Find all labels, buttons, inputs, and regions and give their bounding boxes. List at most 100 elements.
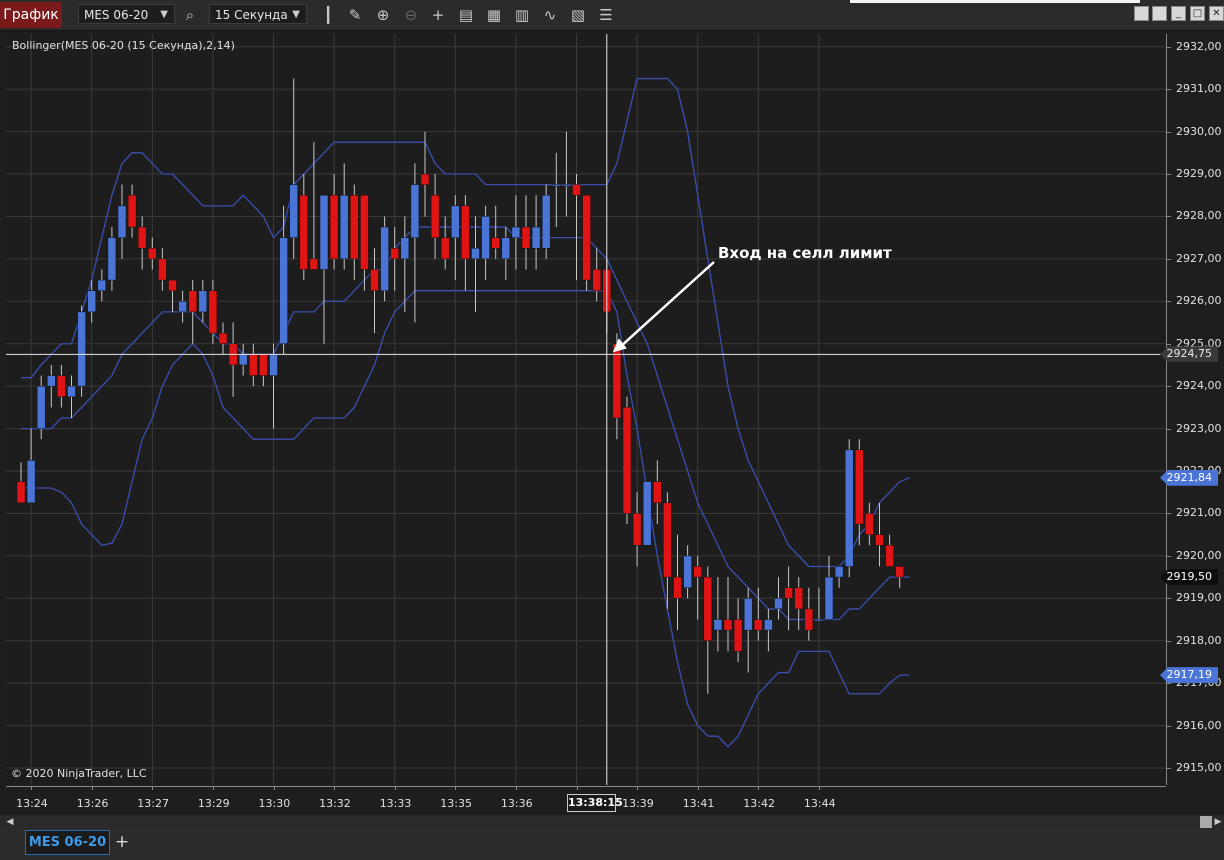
price-tick-mark bbox=[1166, 725, 1171, 727]
candle-body bbox=[249, 354, 258, 376]
candle-body bbox=[329, 194, 339, 260]
price-tick-label: 2929,00 bbox=[1176, 167, 1222, 181]
add-tab-button[interactable]: + bbox=[112, 831, 132, 853]
price-tick-mark bbox=[1166, 640, 1171, 642]
candle-body bbox=[339, 194, 349, 260]
time-tick-label: 13:33 bbox=[379, 797, 412, 810]
candle-body bbox=[794, 587, 803, 610]
candle-body bbox=[16, 481, 26, 504]
price-tick-label: 2924,00 bbox=[1176, 379, 1222, 393]
price-badge: 2919,50 bbox=[1160, 569, 1218, 586]
candle-body bbox=[804, 608, 814, 631]
candle-body bbox=[319, 194, 329, 270]
price-tick-mark bbox=[1166, 555, 1171, 557]
candle-body bbox=[824, 576, 834, 620]
candle-body bbox=[531, 226, 541, 249]
candle-body bbox=[430, 194, 440, 238]
price-badge: 2921,84 bbox=[1160, 469, 1218, 486]
candle-body bbox=[26, 460, 36, 504]
candle-body bbox=[814, 619, 824, 622]
time-tick-mark bbox=[758, 786, 760, 790]
candle-body bbox=[673, 576, 682, 599]
scroll-left-icon[interactable]: ◀ bbox=[4, 815, 16, 829]
candle-body bbox=[703, 576, 713, 641]
price-tick-mark bbox=[1166, 258, 1171, 260]
time-tick-label: 13:27 bbox=[137, 797, 169, 810]
price-tick-mark bbox=[1166, 428, 1171, 430]
candle-body bbox=[107, 237, 117, 281]
candle-body bbox=[895, 566, 904, 578]
candle-body bbox=[47, 375, 56, 387]
price-tick-mark bbox=[1166, 513, 1171, 515]
price-tick-label: 2918,00 bbox=[1176, 633, 1222, 647]
candle-body bbox=[885, 545, 894, 567]
candle-body bbox=[67, 385, 76, 398]
time-tick-label: 13:35 bbox=[440, 797, 472, 810]
time-tick-label: 13:26 bbox=[76, 797, 109, 810]
candle-body bbox=[259, 354, 268, 376]
candle-body bbox=[723, 619, 733, 631]
horizontal-scrollbar[interactable] bbox=[0, 815, 1224, 829]
candle-body bbox=[218, 332, 228, 344]
time-tick-mark bbox=[152, 786, 154, 790]
price-tick-mark bbox=[1166, 89, 1171, 91]
candle-body bbox=[592, 269, 601, 291]
price-tick-label: 2928,00 bbox=[1176, 209, 1222, 223]
price-tick-mark bbox=[1166, 386, 1171, 388]
time-tick-mark bbox=[394, 786, 396, 790]
tab-mes-06-20[interactable]: MES 06-20 bbox=[25, 830, 110, 855]
candle-body bbox=[834, 566, 844, 578]
candle-body bbox=[410, 184, 420, 238]
price-tick-mark bbox=[1166, 301, 1171, 303]
time-tick-mark bbox=[334, 786, 336, 790]
bollinger-upper-band bbox=[21, 77, 911, 568]
tab-bar bbox=[0, 829, 1224, 860]
candle-body bbox=[653, 481, 662, 504]
price-tick-mark bbox=[1166, 216, 1171, 218]
price-tick-label: 2932,00 bbox=[1176, 39, 1222, 53]
price-tick-mark bbox=[1166, 46, 1171, 48]
candle-body bbox=[57, 375, 66, 398]
price-tick-mark bbox=[1166, 174, 1171, 176]
time-tick-mark bbox=[273, 786, 275, 790]
candle-body bbox=[844, 449, 854, 567]
candle-body bbox=[188, 290, 197, 313]
candle-body bbox=[168, 279, 177, 291]
time-tick-label: 13:30 bbox=[258, 797, 291, 810]
price-tick-label: 2920,00 bbox=[1176, 548, 1222, 562]
candle-body bbox=[117, 205, 127, 238]
candle-body bbox=[774, 598, 783, 610]
candle-body bbox=[572, 184, 581, 196]
candle-body bbox=[754, 619, 763, 631]
time-tick-mark bbox=[455, 786, 457, 790]
time-tick-label: 13:44 bbox=[803, 797, 836, 810]
candle-body bbox=[632, 513, 642, 546]
price-tick-label: 2926,00 bbox=[1176, 294, 1222, 308]
candle-body bbox=[299, 194, 309, 270]
time-tick-label: 13:36 bbox=[500, 797, 533, 810]
candle-body bbox=[642, 481, 652, 546]
time-tick-mark bbox=[91, 786, 93, 790]
candle-body bbox=[208, 290, 218, 334]
candle-body bbox=[582, 194, 591, 281]
candle-body bbox=[36, 385, 46, 429]
candle-body bbox=[784, 587, 793, 599]
candle-body bbox=[420, 173, 430, 185]
scroll-right-icon[interactable]: ▶ bbox=[1212, 815, 1224, 829]
candle-body bbox=[238, 354, 248, 366]
candle-body bbox=[87, 290, 96, 313]
candle-body bbox=[370, 269, 379, 291]
candle-body bbox=[400, 237, 410, 260]
time-tick-label: 13:42 bbox=[743, 797, 775, 810]
candle-body bbox=[865, 513, 874, 535]
price-tick-mark bbox=[1166, 683, 1171, 685]
candle-body bbox=[77, 311, 86, 387]
candle-body bbox=[137, 226, 147, 249]
candle-body bbox=[360, 194, 369, 270]
candle-body bbox=[713, 619, 723, 631]
candle-body bbox=[158, 258, 167, 281]
scroll-thumb[interactable] bbox=[1200, 816, 1212, 828]
time-tick-label: 13:39 bbox=[622, 797, 654, 810]
price-tick-label: 2931,00 bbox=[1176, 82, 1222, 96]
candle-body bbox=[97, 279, 107, 291]
